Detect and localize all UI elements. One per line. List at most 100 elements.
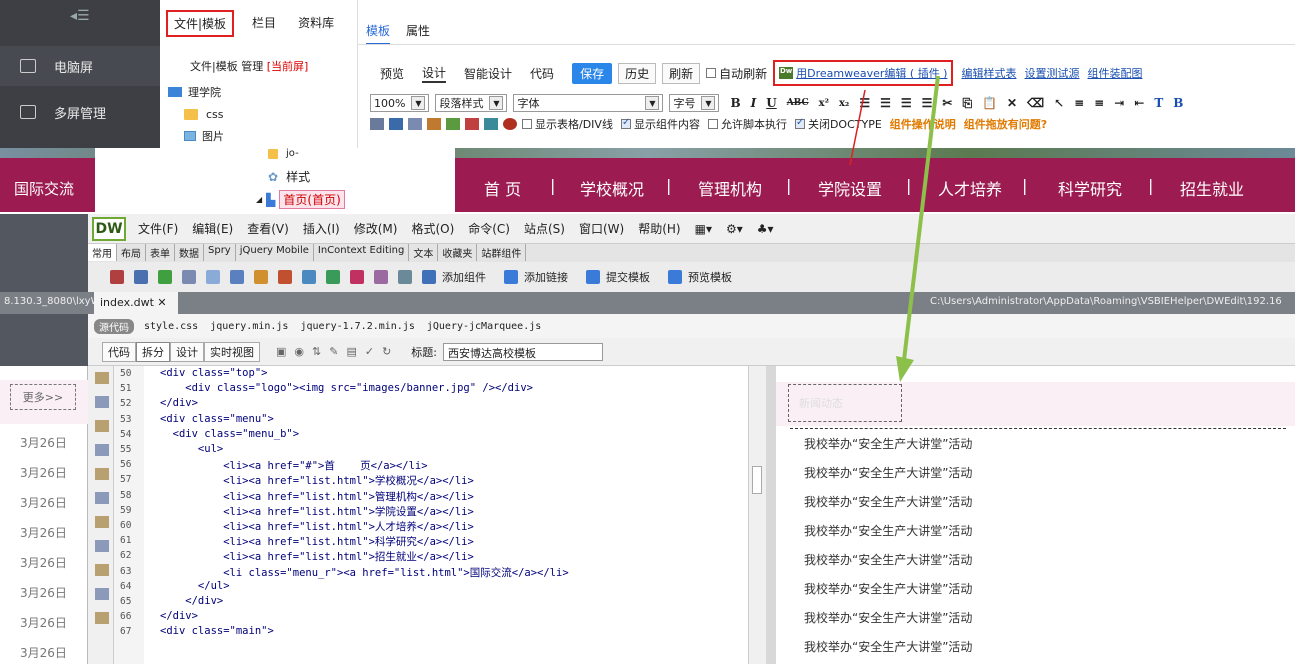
tab-text[interactable]: 文本 bbox=[409, 244, 439, 261]
show-table-checkbox[interactable] bbox=[522, 119, 532, 129]
debug-icon[interactable]: ✎ bbox=[329, 345, 338, 358]
nav-item-multiscreen[interactable]: 多屏管理 bbox=[0, 92, 160, 132]
italic-icon[interactable]: I bbox=[751, 96, 757, 110]
news-item[interactable]: 我校举办“安全生产大讲堂”活动 bbox=[804, 551, 972, 568]
code-line[interactable]: <div class="menu"> bbox=[160, 413, 274, 425]
component-drag-help-link[interactable]: 组件拖放有问题? bbox=[964, 116, 1047, 132]
tab-data[interactable]: 数据 bbox=[175, 244, 204, 261]
align-center-icon[interactable]: ☰ bbox=[880, 96, 891, 110]
refresh-icon[interactable]: ↻ bbox=[382, 345, 391, 358]
split-view-button[interactable]: 拆分 bbox=[136, 341, 170, 362]
collapse-selection-icon[interactable] bbox=[95, 420, 109, 432]
tab-site-components[interactable]: 站群组件 bbox=[477, 244, 527, 261]
nav-item-home[interactable]: 首 页 bbox=[484, 176, 521, 200]
delete-icon[interactable]: ✕ bbox=[1007, 96, 1017, 110]
scrollbar-thumb[interactable] bbox=[752, 466, 762, 494]
code-scrollbar[interactable] bbox=[748, 366, 766, 664]
browser-preview-icon[interactable]: ◉ bbox=[294, 345, 304, 358]
code-view-button[interactable]: 代码 bbox=[102, 341, 136, 362]
nav-item-pc-screen[interactable]: 电脑屏 bbox=[0, 46, 160, 86]
nav-item-talent[interactable]: 人才培养 bbox=[938, 176, 1002, 200]
submit-template-label[interactable]: 提交模板 bbox=[606, 269, 650, 285]
news-item[interactable]: 我校举办“安全生产大讲堂”活动 bbox=[804, 638, 972, 655]
image-icon[interactable] bbox=[230, 270, 244, 284]
strikethrough-icon[interactable]: ABC bbox=[787, 98, 809, 108]
file-management-icon[interactable]: ⇅ bbox=[312, 345, 321, 358]
menu-site[interactable]: 站点(S) bbox=[524, 220, 565, 237]
form-icon[interactable] bbox=[389, 118, 403, 130]
superscript-icon[interactable]: x² bbox=[819, 98, 829, 109]
outdent-icon[interactable]: ⇤ bbox=[1134, 96, 1144, 110]
script-icon[interactable] bbox=[374, 270, 388, 284]
tab-form[interactable]: 表单 bbox=[146, 244, 175, 261]
document-tab[interactable]: index.dwt ✕ bbox=[94, 292, 178, 314]
bold-icon[interactable]: B bbox=[730, 96, 740, 110]
nav-item-admission[interactable]: 招生就业 bbox=[1180, 176, 1244, 200]
smart-design-tab[interactable]: 智能设计 bbox=[464, 65, 512, 82]
hyperlink-icon[interactable] bbox=[110, 270, 124, 284]
paragraph-style-select[interactable]: 段落样式 ▼ bbox=[435, 94, 508, 112]
grid-icon[interactable] bbox=[408, 118, 422, 130]
tab-spry[interactable]: Spry bbox=[204, 244, 236, 261]
expand-all-icon[interactable] bbox=[95, 444, 109, 456]
zoom-select[interactable]: 100% ▼ bbox=[370, 94, 430, 112]
source-code-button[interactable]: 源代码 bbox=[94, 318, 134, 334]
comment-icon[interactable] bbox=[95, 612, 109, 624]
text-color-icon[interactable]: T bbox=[1154, 96, 1163, 110]
table-icon[interactable] bbox=[370, 118, 384, 130]
multiscreen-icon[interactable]: ▣ bbox=[276, 345, 286, 358]
gear-icon[interactable]: ⚙▾ bbox=[726, 222, 743, 236]
date-icon[interactable] bbox=[278, 270, 292, 284]
tab-jquery-mobile[interactable]: jQuery Mobile bbox=[236, 244, 314, 261]
template-icon[interactable] bbox=[398, 270, 412, 284]
dreamweaver-edit-link[interactable]: Dw 用Dreamweaver编辑 ( 插件 ) bbox=[773, 60, 954, 86]
code-line[interactable]: <li><a href="list.html">人才培养</a></li> bbox=[160, 519, 474, 534]
align-right-icon[interactable]: ☰ bbox=[901, 96, 912, 110]
title-input[interactable]: 西安博达高校模板 bbox=[443, 342, 604, 361]
code-line[interactable]: <ul> bbox=[160, 443, 223, 455]
validate-icon[interactable]: ✓ bbox=[365, 345, 374, 358]
comment-icon[interactable] bbox=[326, 270, 340, 284]
eraser-icon[interactable]: ⌫ bbox=[1027, 96, 1044, 110]
news-item[interactable]: 我校举办“安全生产大讲堂”活动 bbox=[804, 493, 972, 510]
tree-item-homepage[interactable]: ◢ ▙ 首页(首页) bbox=[256, 190, 345, 209]
nav-item-international[interactable]: 国际交流 bbox=[14, 178, 74, 199]
justify-icon[interactable]: ☰ bbox=[922, 96, 933, 110]
component-assembly-link[interactable]: 组件装配图 bbox=[1087, 65, 1142, 81]
save-button[interactable]: 保存 bbox=[572, 62, 613, 84]
pointer-icon[interactable]: ↖ bbox=[1054, 96, 1064, 110]
font-size-select[interactable]: 字号 ▼ bbox=[669, 94, 720, 112]
menu-file[interactable]: 文件(F) bbox=[138, 220, 178, 237]
code-line[interactable]: <li><a href="#">首 页</a></li> bbox=[160, 458, 427, 473]
edit-stylesheet-link[interactable]: 编辑样式表 bbox=[961, 65, 1016, 81]
news-item[interactable]: 我校举办“安全生产大讲堂”活动 bbox=[804, 464, 972, 481]
site-icon[interactable]: ♣▾ bbox=[757, 222, 774, 236]
tab-template[interactable]: 模板 bbox=[366, 22, 391, 45]
cut-icon[interactable]: ✂ bbox=[942, 96, 952, 110]
tree-item-style[interactable]: ✿ 样式 bbox=[268, 168, 310, 185]
ordered-list-icon[interactable]: ≡ bbox=[1074, 96, 1084, 110]
email-icon[interactable] bbox=[134, 270, 148, 284]
balance-braces-icon[interactable] bbox=[95, 492, 109, 504]
code-line[interactable]: <div class="menu_b"> bbox=[160, 428, 299, 440]
submit-template-icon[interactable] bbox=[586, 270, 600, 284]
tab-incontext[interactable]: InContext Editing bbox=[314, 244, 410, 261]
nav-item-about[interactable]: 学校概况 bbox=[580, 176, 644, 200]
code-line[interactable]: <div class="main"> bbox=[160, 625, 274, 637]
media-icon[interactable] bbox=[254, 270, 268, 284]
menu-modify[interactable]: 修改(M) bbox=[354, 220, 398, 237]
image-icon[interactable] bbox=[484, 118, 498, 130]
code-line[interactable]: <div class="logo"><img src="images/banne… bbox=[160, 382, 533, 394]
tab-common[interactable]: 常用 bbox=[88, 244, 117, 261]
div-icon[interactable] bbox=[206, 270, 220, 284]
design-tab[interactable]: 设计 bbox=[422, 64, 447, 83]
align-left-icon[interactable]: ☰ bbox=[859, 96, 870, 110]
unordered-list-icon[interactable]: ≡ bbox=[1094, 96, 1104, 110]
bg-color-icon[interactable]: B bbox=[1173, 96, 1183, 110]
preview-template-label[interactable]: 预览模板 bbox=[688, 269, 732, 285]
layout-icon[interactable]: ▦▾ bbox=[695, 222, 712, 236]
open-documents-icon[interactable] bbox=[95, 372, 109, 384]
add-link-icon[interactable] bbox=[504, 270, 518, 284]
format-icon[interactable] bbox=[95, 588, 109, 600]
code-line[interactable]: <li><a href="list.html">科学研究</a></li> bbox=[160, 534, 474, 549]
